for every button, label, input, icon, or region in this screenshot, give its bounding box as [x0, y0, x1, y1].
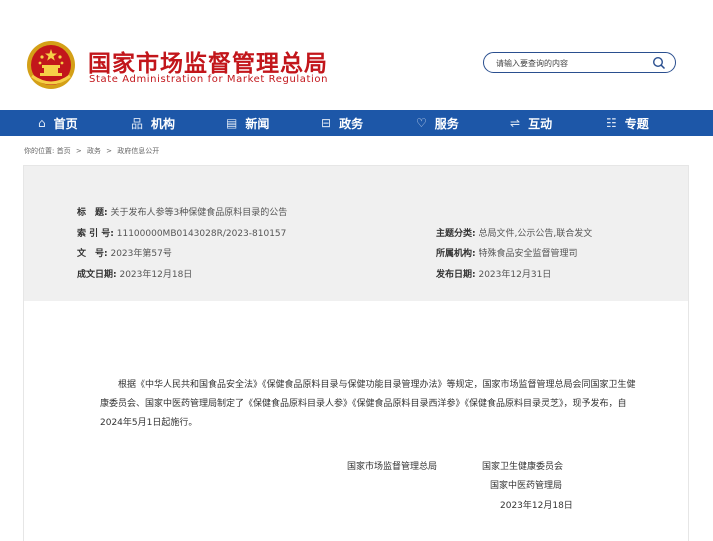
nav-item-interaction[interactable]: ⇌ 互动 [510, 110, 552, 136]
meta-date-value: 2023年12月18日 [119, 270, 193, 280]
nav-item-institutions[interactable]: 品 机构 [131, 110, 175, 136]
meta-organization: 所属机构: 特殊食品安全监督管理司 [436, 246, 578, 259]
nav-item-label: 首页 [53, 116, 78, 131]
nav-item-label: 新闻 [245, 116, 270, 131]
breadcrumb-separator: > [75, 147, 82, 155]
nav-item-label: 政务 [339, 116, 364, 131]
site-title[interactable]: 国家市场监督管理总局 [88, 44, 328, 78]
nav-item-government-affairs[interactable]: ⊟ 政务 [321, 110, 363, 136]
nav-item-topics[interactable]: ☷ 专题 [606, 110, 649, 136]
meta-title-value: 关于发布人参等3种保健食品原料目录的公告 [110, 208, 288, 218]
heart-icon: ♡ [416, 116, 427, 130]
nav-item-label: 互动 [528, 116, 553, 131]
breadcrumb-prefix: 你的位置: [24, 147, 55, 155]
news-icon: ▤ [226, 116, 238, 130]
search-icon[interactable] [652, 56, 666, 70]
meta-date-label: 成文日期: [77, 270, 117, 280]
article-body: 根据《中华人民共和国食品安全法》《保健食品原料目录与保健功能目录管理办法》等规定… [100, 380, 636, 428]
government-affairs-icon: ⊟ [321, 116, 332, 130]
home-icon: ⌂ [38, 116, 46, 130]
topics-icon: ☷ [606, 116, 617, 130]
nav-item-services[interactable]: ♡ 服务 [416, 110, 459, 136]
meta-docno-label: 文 号: [77, 249, 108, 259]
meta-pubdate-value: 2023年12月31日 [478, 270, 552, 280]
meta-index: 索 引 号: 11100000MB0143028R/2023-810157 [77, 226, 286, 239]
breadcrumb-info-disclosure[interactable]: 政府信息公开 [117, 147, 159, 155]
signature-samr: 国家市场监督管理总局 [347, 462, 438, 472]
nav-item-label: 专题 [624, 116, 649, 131]
meta-category: 主题分类: 总局文件,公示公告,联合发文 [436, 226, 592, 239]
signature-date: 2023年12月18日 [500, 501, 573, 511]
nav-item-label: 服务 [434, 116, 459, 131]
signature-natcm: 国家中医药管理局 [490, 481, 563, 491]
search-box [483, 52, 676, 73]
meta-written-date: 成文日期: 2023年12月18日 [77, 267, 192, 280]
meta-title-label: 标 题: [77, 208, 108, 218]
national-emblem-icon[interactable] [26, 40, 76, 90]
meta-publish-date: 发布日期: 2023年12月31日 [436, 267, 551, 280]
article-card: 标 题: 关于发布人参等3种保健食品原料目录的公告 索 引 号: 1110000… [23, 165, 689, 541]
meta-org-label: 所属机构: [436, 249, 476, 259]
meta-title: 标 题: 关于发布人参等3种保健食品原料目录的公告 [77, 205, 287, 218]
meta-document-number: 文 号: 2023年第57号 [77, 246, 172, 259]
breadcrumb-separator: > [106, 147, 113, 155]
search-input[interactable] [496, 56, 646, 70]
meta-category-value: 总局文件,公示公告,联合发文 [478, 229, 593, 239]
breadcrumb-government-affairs[interactable]: 政务 [87, 147, 101, 155]
breadcrumb-home[interactable]: 首页 [57, 147, 71, 155]
document-metadata: 标 题: 关于发布人参等3种保健食品原料目录的公告 索 引 号: 1110000… [24, 166, 688, 301]
meta-index-value: 11100000MB0143028R/2023-810157 [116, 229, 287, 239]
exchange-icon: ⇌ [510, 116, 521, 130]
site-header: 国家市场监督管理总局 State Administration for Mark… [0, 0, 713, 110]
nav-item-label: 机构 [151, 116, 176, 131]
meta-pubdate-label: 发布日期: [436, 270, 476, 280]
meta-docno-value: 2023年第57号 [110, 249, 172, 259]
nav-item-news[interactable]: ▤ 新闻 [226, 110, 269, 136]
breadcrumb: 你的位置: 首页 > 政务 > 政府信息公开 [24, 146, 159, 156]
meta-category-label: 主题分类: [436, 229, 476, 239]
site-title-english[interactable]: State Administration for Market Regulati… [89, 74, 328, 85]
signature-nhc: 国家卫生健康委员会 [482, 462, 564, 472]
org-chart-icon: 品 [131, 116, 144, 131]
nav-item-home[interactable]: ⌂ 首页 [38, 110, 78, 136]
main-nav: ⌂ 首页 品 机构 ▤ 新闻 ⊟ 政务 ♡ 服务 ⇌ 互动 ☷ 专题 [0, 110, 713, 136]
meta-index-label: 索 引 号: [77, 229, 114, 239]
meta-org-value: 特殊食品安全监督管理司 [478, 249, 578, 259]
